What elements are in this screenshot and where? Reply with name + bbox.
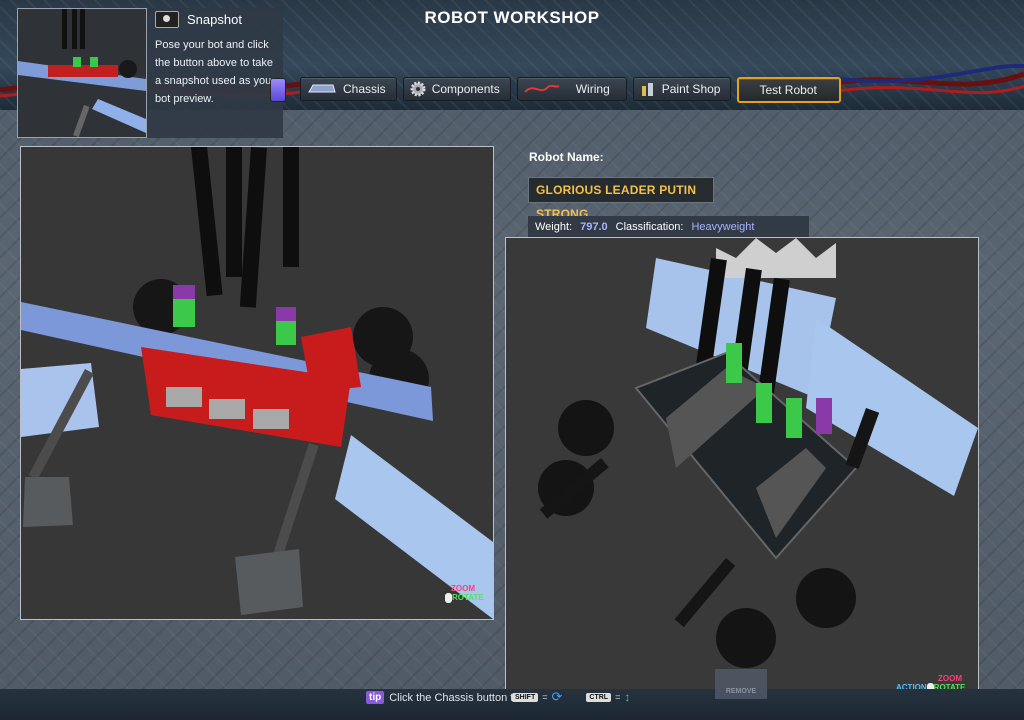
tab-label: Test Robot [759, 83, 817, 97]
snapshot-preview [17, 8, 147, 138]
mouse-icon [445, 593, 452, 603]
equals-glyph: = [542, 692, 548, 702]
workshop-tabs: Chassis Components Wiring Paint Shop Tes… [300, 77, 841, 103]
snapshot-header: Snapshot [155, 11, 242, 28]
tab-test-robot[interactable]: Test Robot [737, 77, 841, 103]
rotate-hint-label: ROTATE [452, 593, 484, 603]
remove-label: REMOVE [725, 688, 757, 695]
tip-badge: tip [366, 691, 385, 704]
tab-components[interactable]: Components [402, 77, 511, 101]
gear-icon [410, 81, 426, 97]
tab-wiring[interactable]: Wiring [516, 77, 627, 101]
chassis-icon [308, 84, 336, 93]
tab-paint-shop[interactable]: Paint Shop [632, 77, 732, 101]
tip-text: Click the Chassis button t [389, 691, 514, 704]
weight-label: Weight: [535, 221, 573, 233]
zoom-hint-label: ZOOM [451, 584, 475, 593]
equals-glyph: = [615, 692, 621, 702]
vertical-move-icon: ↕ [624, 690, 631, 704]
tab-chassis[interactable]: Chassis [300, 77, 397, 101]
paint-icon [641, 83, 653, 96]
snapshot-title: Snapshot [187, 12, 242, 27]
camera-icon[interactable] [155, 11, 179, 28]
tab-label: Components [431, 82, 500, 96]
key-hints: SHIFT = ⟳ CTRL = ↕ [512, 689, 630, 705]
robot-name-input[interactable]: GLORIOUS LEADER PUTIN STRONG [528, 177, 714, 221]
robot-thumbnail-image [18, 9, 146, 137]
ctrl-key-label: CTRL [586, 692, 612, 702]
tip-bar: tip Click the Chassis button t [366, 691, 513, 704]
snapshot-description: Pose your bot and click the button above… [155, 39, 275, 105]
tab-label: Paint Shop [661, 82, 721, 96]
rotate-arrow-icon: ⟳ [551, 689, 563, 704]
tab-label: Wiring [575, 82, 610, 96]
shift-key-label: SHIFT [512, 692, 539, 702]
classification-value: Heavyweight [691, 221, 755, 233]
snapshot-capture-button[interactable] [270, 78, 286, 102]
preview-viewport[interactable]: ZOOM ROTATE [20, 146, 494, 620]
weight-value: 797.0 [580, 221, 608, 233]
zoom-rotate-hint: ZOOM ROTATE [445, 584, 484, 603]
zoom-hint-label: ZOOM [938, 674, 962, 683]
robot-3d-workspace [506, 238, 978, 708]
classification-label: Classification: [615, 221, 684, 233]
workspace-viewport[interactable]: ZOOM ACTION ROTATE [505, 237, 979, 709]
remove-button[interactable]: REMOVE [715, 669, 767, 699]
robot-name-label: Robot Name: [529, 150, 604, 164]
wire-icon [523, 84, 560, 93]
robot-3d-view [21, 147, 493, 619]
tab-label: Chassis [343, 82, 386, 96]
snapshot-panel: Snapshot Pose your bot and click the but… [17, 8, 283, 138]
robot-stats-bar: Weight: 797.0 Classification: Heavyweigh… [528, 216, 809, 238]
